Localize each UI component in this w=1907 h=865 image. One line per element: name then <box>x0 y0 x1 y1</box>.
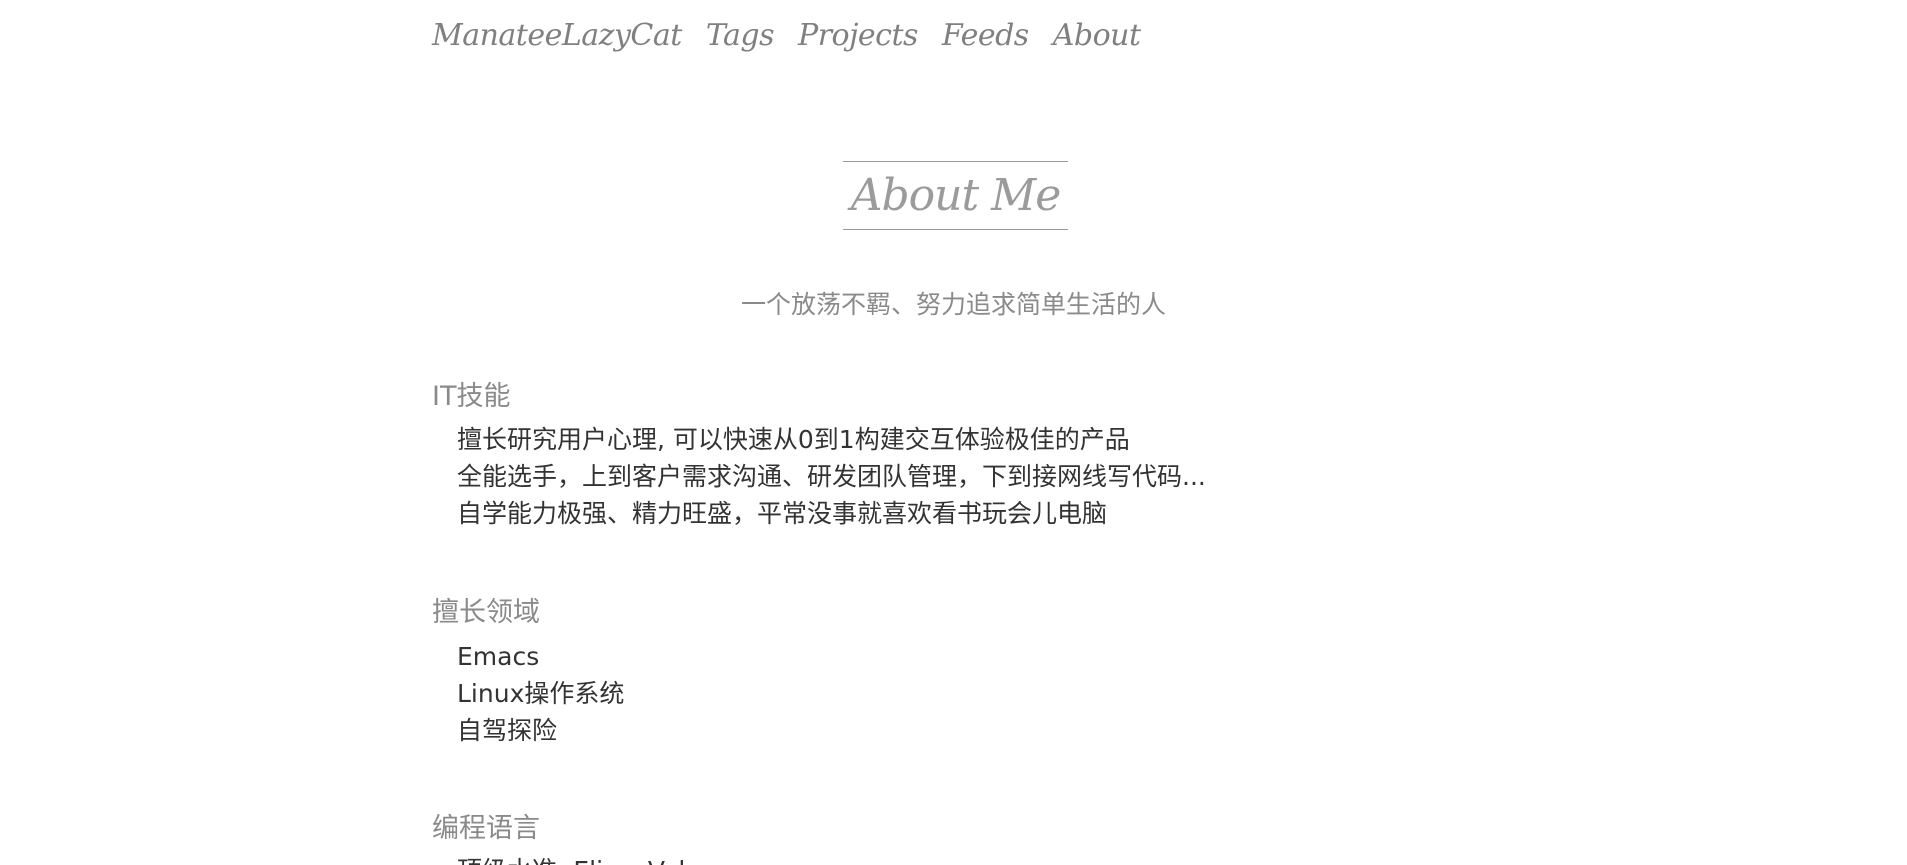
section-list-languages: 顶级水准: Elisp, Vala <box>457 852 701 865</box>
section-heading-it-skills: IT技能 <box>432 381 511 412</box>
page-title-block: About Me <box>843 161 1068 230</box>
nav-item-feeds[interactable]: Feeds <box>942 18 1029 53</box>
list-item: 顶级水准: Elisp, Vala <box>457 852 701 865</box>
nav-item-projects[interactable]: Projects <box>798 18 918 53</box>
nav-item-tags[interactable]: Tags <box>706 18 775 53</box>
page-title: About Me <box>850 170 1062 221</box>
section-heading-expertise: 擅长领域 <box>432 597 540 628</box>
section-list-it-skills: 擅长研究用户心理, 可以快速从0到1构建交互体验极佳的产品 全能选手，上到客户需… <box>457 421 1206 532</box>
list-item: 全能选手，上到客户需求沟通、研发团队管理，下到接网线写代码... <box>457 462 1206 491</box>
list-item: 擅长研究用户心理, 可以快速从0到1构建交互体验极佳的产品 <box>457 425 1130 454</box>
nav-item-about[interactable]: About <box>1053 18 1141 53</box>
page-subtitle: 一个放荡不羁、努力追求简单生活的人 <box>740 290 1166 319</box>
list-item: Emacs <box>457 642 540 671</box>
list-item: 自学能力极强、精力旺盛，平常没事就喜欢看书玩会儿电脑 <box>457 499 1108 528</box>
list-item: Linux操作系统 <box>457 679 625 708</box>
top-nav: ManateeLazyCat Tags Projects Feeds About <box>432 18 1141 53</box>
section-list-expertise: Emacs Linux操作系统 自驾探险 <box>457 638 624 749</box>
section-heading-languages: 编程语言 <box>432 813 540 844</box>
page: ManateeLazyCat Tags Projects Feeds About… <box>0 0 1907 865</box>
list-item: 自驾探险 <box>457 716 558 745</box>
nav-brand-link[interactable]: ManateeLazyCat <box>432 18 682 53</box>
